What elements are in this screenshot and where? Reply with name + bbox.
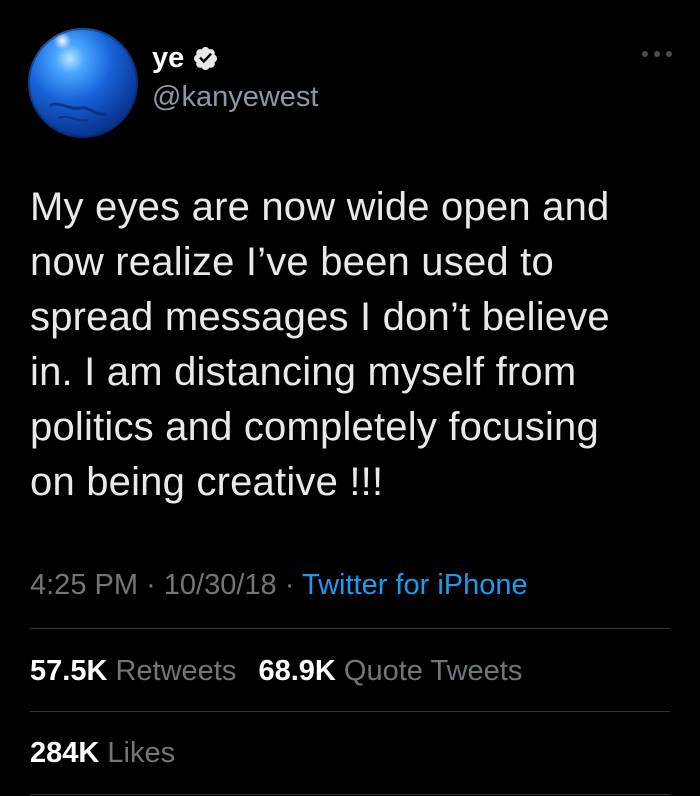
- verified-badge-icon: [194, 46, 218, 70]
- meta-separator: ·: [146, 569, 156, 601]
- more-dot: [642, 51, 648, 57]
- quote-tweets-label: Quote Tweets: [343, 655, 523, 687]
- tweet-meta: 4:25 PM · 10/30/18 · Twitter for iPhone: [30, 566, 528, 604]
- display-name[interactable]: ye: [152, 40, 184, 76]
- more-dot: [654, 51, 660, 57]
- user-handle[interactable]: @kanyewest: [152, 78, 318, 116]
- likes-label: Likes: [107, 737, 176, 769]
- quote-tweets-stat[interactable]: 68.9K Quote Tweets: [258, 655, 522, 687]
- divider: [30, 628, 670, 629]
- divider: [30, 711, 670, 712]
- user-names: ye @kanyewest: [152, 40, 318, 116]
- meta-separator: ·: [284, 569, 295, 601]
- display-name-row: ye: [152, 40, 318, 76]
- engagement-stats-row: 57.5K Retweets 68.9K Quote Tweets: [30, 652, 522, 690]
- tweet-text: My eyes are now wide open and now realiz…: [30, 185, 610, 504]
- more-options-icon[interactable]: [642, 48, 672, 60]
- avatar-image: [28, 28, 138, 138]
- tweet-time[interactable]: 4:25 PM: [30, 569, 138, 601]
- more-dot: [666, 51, 672, 57]
- tweet-detail: ye @kanyewest My eyes are now wide open …: [0, 0, 700, 796]
- divider: [30, 794, 670, 795]
- retweets-stat[interactable]: 57.5K Retweets: [30, 655, 244, 687]
- likes-stats-row: 284K Likes: [30, 734, 175, 772]
- retweets-label: Retweets: [115, 655, 237, 687]
- avatar[interactable]: [28, 28, 138, 138]
- tweet-date[interactable]: 10/30/18: [164, 569, 277, 601]
- likes-count: 284K: [30, 737, 100, 769]
- quote-tweets-count: 68.9K: [258, 655, 336, 687]
- tweet-header: ye @kanyewest: [28, 28, 672, 138]
- likes-stat[interactable]: 284K Likes: [30, 737, 175, 769]
- tweet-source-link[interactable]: Twitter for iPhone: [302, 569, 528, 601]
- retweets-count: 57.5K: [30, 655, 108, 687]
